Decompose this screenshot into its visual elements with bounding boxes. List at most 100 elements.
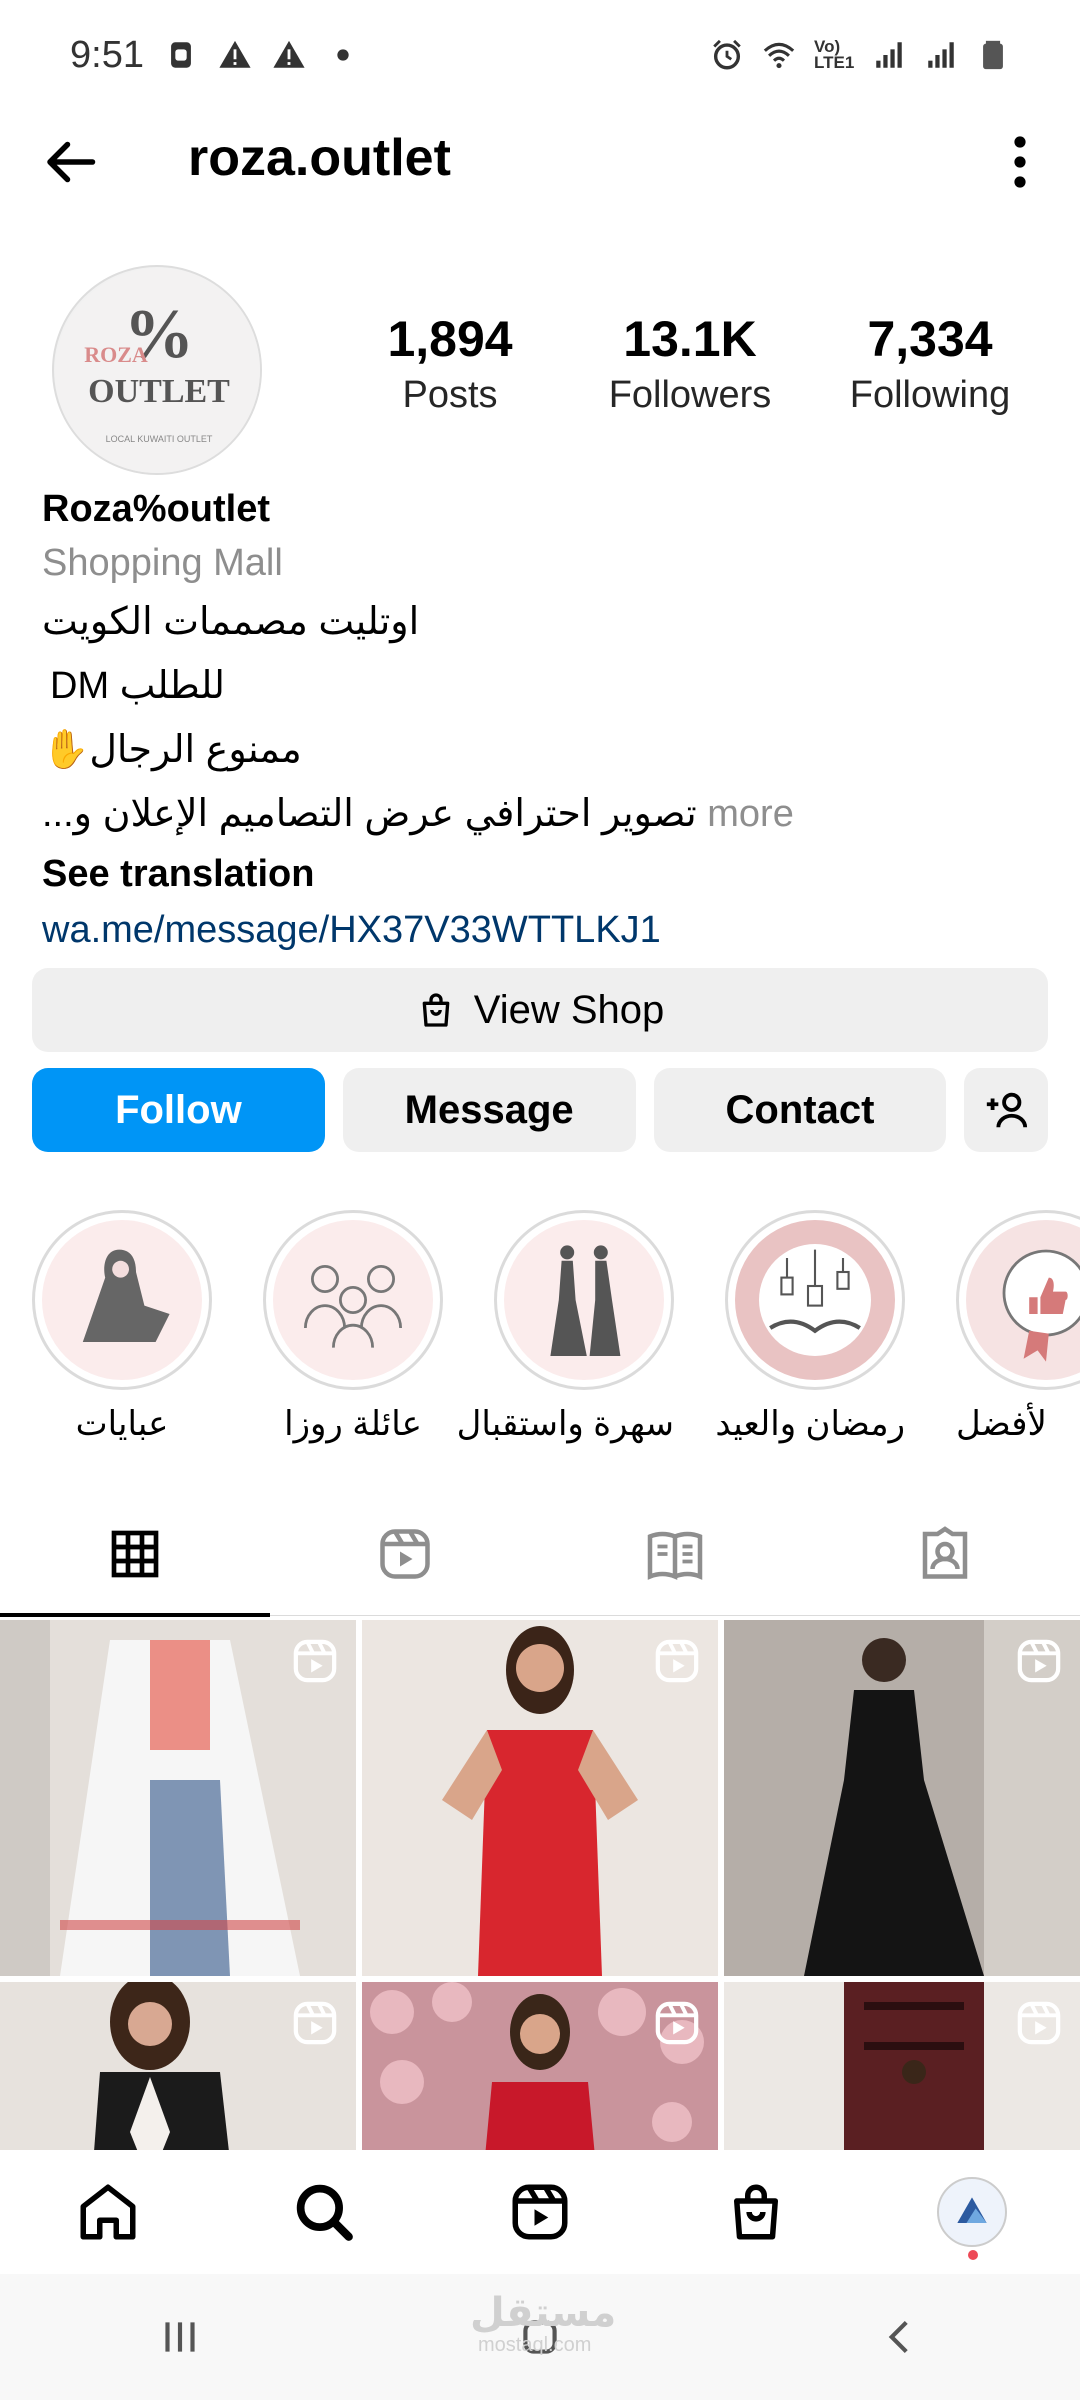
post-thumbnail[interactable]	[0, 1620, 356, 1976]
profile-category: Shopping Mall	[42, 542, 283, 584]
screenshot-icon	[171, 42, 191, 68]
tab-posts-grid[interactable]	[0, 1492, 270, 1617]
battery-icon	[983, 40, 1003, 70]
reel-badge-icon	[655, 2001, 699, 2045]
bottom-navigation	[0, 2150, 1080, 2274]
stat-followers[interactable]: 13.1K Followers	[570, 310, 810, 417]
followers-label: Followers	[608, 374, 772, 416]
recent-apps-button[interactable]	[130, 2297, 230, 2377]
watermark-url: mostaql.com	[478, 2334, 592, 2356]
posts-count: 1,894	[387, 311, 513, 367]
highlight-item[interactable]: سهرة واستقبال	[456, 1210, 674, 1444]
follow-button[interactable]: Follow	[32, 1068, 325, 1152]
post-thumbnail[interactable]	[724, 1620, 1080, 1976]
reel-badge-icon	[1017, 2001, 1061, 2045]
warning-icon	[273, 40, 305, 68]
bio-website-link[interactable]: wa.me/message/HX37V33WTTLKJ1	[42, 902, 1042, 958]
tab-tagged[interactable]	[810, 1492, 1080, 1616]
tab-reels[interactable]	[270, 1492, 540, 1616]
wifi-icon	[763, 42, 795, 69]
highlight-label: لأفضل	[956, 1405, 1047, 1443]
highlight-item[interactable]: عبايات	[32, 1210, 212, 1444]
svg-text:LOCAL KUWAITI OUTLET: LOCAL KUWAITI OUTLET	[106, 434, 213, 444]
recent-apps-icon	[165, 2322, 195, 2352]
account-logo-icon	[957, 2197, 987, 2223]
nav-profile[interactable]	[912, 2162, 1032, 2262]
nav-search[interactable]	[264, 2162, 384, 2262]
svg-text:OUTLET: OUTLET	[88, 373, 230, 410]
signal-icon	[876, 42, 902, 68]
ramadan-lantern-icon	[759, 1244, 871, 1356]
profile-avatar[interactable]: % ROZA OUTLET LOCAL KUWAITI OUTLET	[52, 265, 262, 475]
profile-stats: 1,894 Posts 13.1K Followers 7,334 Follow…	[330, 310, 1050, 417]
signal-icon	[928, 42, 954, 68]
profile-action-buttons: Follow Message Contact	[32, 1068, 1048, 1152]
highlight-item[interactable]: رمضان والعيد	[715, 1210, 905, 1444]
highlight-cover	[725, 1210, 905, 1390]
chevron-left-icon	[888, 2320, 908, 2354]
highlight-label: عبايات	[75, 1405, 169, 1443]
warning-icon	[219, 40, 251, 68]
status-right: Vo) LTE1	[710, 38, 1010, 72]
dot-icon	[337, 49, 349, 61]
abaya-icon	[82, 1249, 170, 1342]
post-thumbnail[interactable]	[724, 1982, 1080, 2150]
bio-line-truncated: تصوير احترافي عرض التصاميم الإعلان و... …	[42, 782, 1042, 846]
search-icon	[296, 2184, 353, 2241]
suggested-users-button[interactable]	[964, 1068, 1048, 1152]
shop-icon	[734, 2184, 778, 2240]
post-thumbnail[interactable]	[362, 1620, 718, 1976]
profile-avatar-icon	[937, 2177, 1007, 2247]
notification-dot	[968, 2250, 978, 2260]
highlight-cover	[494, 1210, 674, 1390]
nav-home[interactable]	[48, 2162, 168, 2262]
more-options-icon[interactable]	[1000, 134, 1040, 190]
highlight-item[interactable]: عائلة روزا	[263, 1210, 443, 1444]
reel-badge-icon	[293, 2001, 337, 2045]
watermark-logo: مستقل	[470, 2291, 617, 2335]
profile-bio: Roza%outlet Shopping Mall اوتليت مصممات …	[42, 482, 1042, 958]
network-label: Vo) LTE1	[814, 37, 855, 72]
profile-username: roza.outlet	[188, 129, 451, 187]
posts-label: Posts	[402, 374, 498, 416]
nav-shop[interactable]	[696, 2162, 816, 2262]
back-arrow-icon[interactable]	[40, 132, 100, 192]
evening-dress-icon	[550, 1245, 621, 1356]
see-translation-link[interactable]: See translation	[42, 846, 1042, 902]
highlight-item[interactable]: لأفضل	[956, 1210, 1080, 1444]
highlight-label: رمضان والعيد	[715, 1405, 905, 1443]
nav-reels[interactable]	[480, 2162, 600, 2262]
post-thumbnail[interactable]	[362, 1982, 718, 2150]
clock: 9:51	[70, 33, 144, 76]
following-count: 7,334	[867, 311, 993, 367]
highlight-label: سهرة واستقبال	[456, 1405, 674, 1443]
reel-badge-icon	[1017, 1639, 1061, 1683]
status-bar: 9:51 Vo) LTE1	[0, 0, 1080, 110]
highlight-cover	[263, 1210, 443, 1390]
bio-line-text: تصوير احترافي عرض التصاميم الإعلان و...	[42, 793, 697, 835]
bio-line: اوتليت مصممات الكويت	[42, 601, 420, 643]
view-shop-button[interactable]: View Shop	[32, 968, 1048, 1052]
home-icon	[80, 2184, 136, 2240]
contact-button[interactable]: Contact	[653, 1068, 947, 1152]
highlight-cover	[956, 1210, 1080, 1390]
tab-guides[interactable]	[540, 1492, 810, 1616]
story-highlights: عبايات عائلة روزا سهرة واستقبال رمضان وا…	[0, 1210, 1080, 1450]
post-thumbnail[interactable]	[0, 1982, 356, 2150]
bio-more-link[interactable]: more	[707, 793, 794, 835]
message-button[interactable]: Message	[342, 1068, 636, 1152]
stat-posts[interactable]: 1,894 Posts	[330, 310, 570, 417]
shopping-bag-icon	[422, 993, 450, 1027]
system-back-button[interactable]	[850, 2297, 950, 2377]
add-person-icon	[987, 1092, 1028, 1128]
best-badge-icon	[1002, 1249, 1080, 1362]
profile-app-bar: roza.outlet	[0, 110, 1080, 210]
reels-icon	[512, 2184, 568, 2240]
alarm-icon	[713, 39, 741, 70]
stat-following[interactable]: 7,334 Following	[810, 310, 1050, 417]
posts-grid	[0, 1620, 1080, 2150]
svg-text:ROZA: ROZA	[84, 342, 148, 367]
grid-icon	[111, 1530, 159, 1578]
following-label: Following	[849, 374, 1011, 416]
bio-line: ممنوع الرجال✋	[42, 729, 302, 771]
